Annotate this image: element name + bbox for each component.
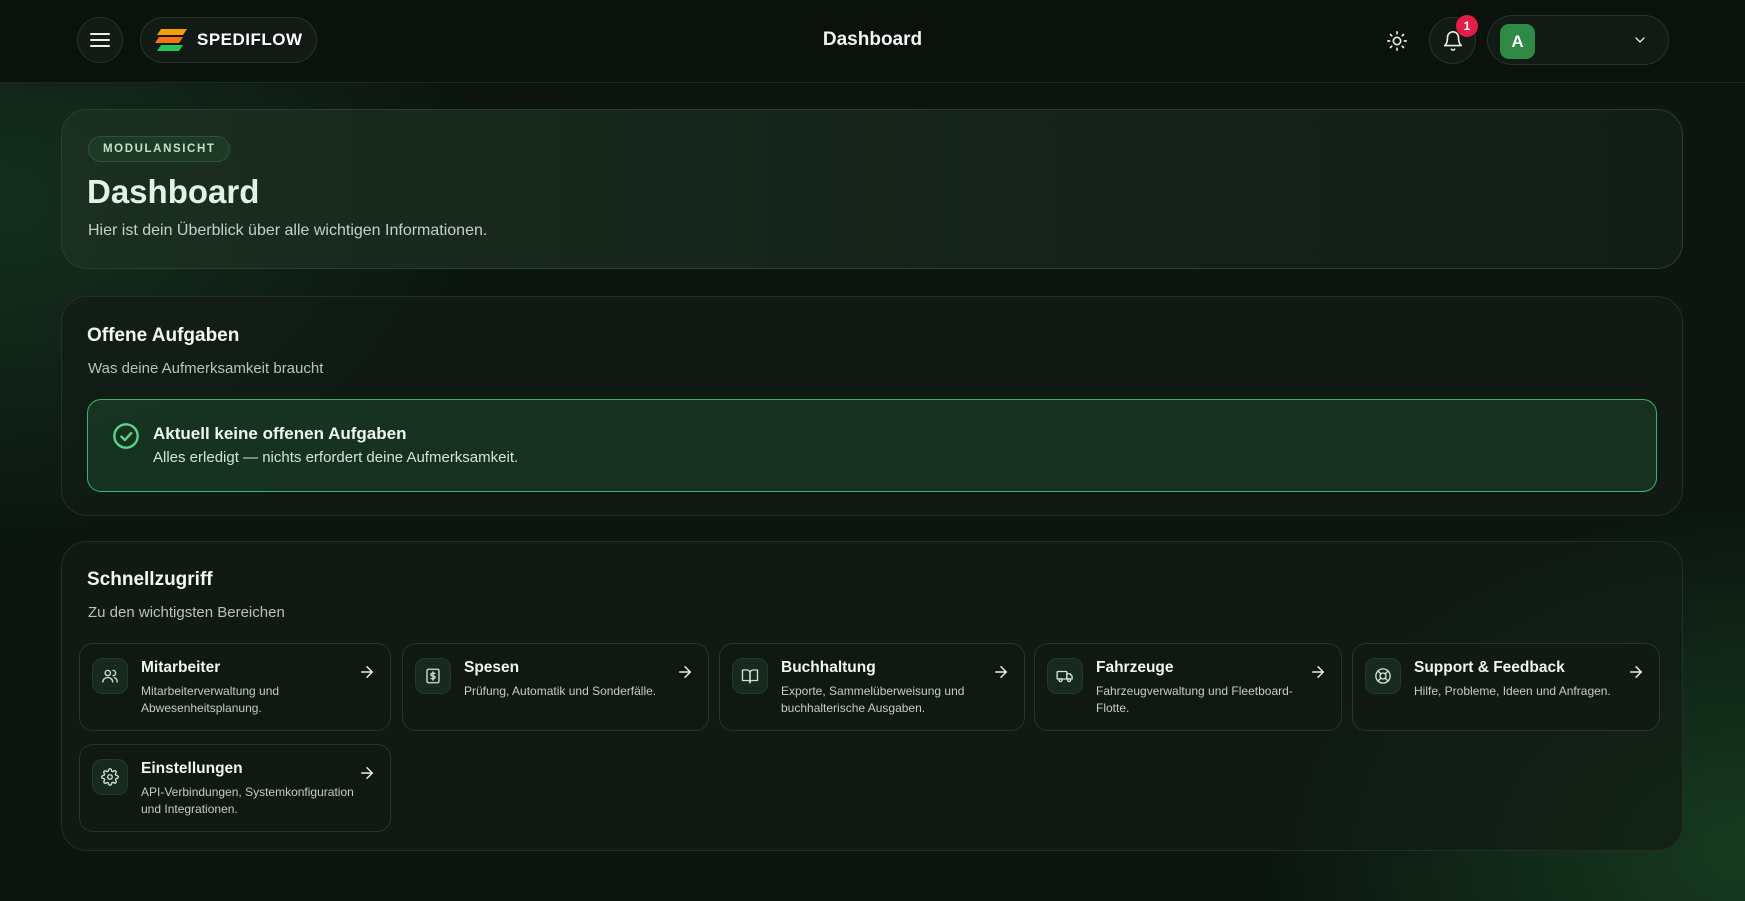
arrow-right-icon: [361, 767, 373, 779]
tasks-subtitle: Was deine Aufmerksamkeit braucht: [88, 360, 324, 377]
hero-subtitle: Hier ist dein Überblick über alle wichti…: [88, 222, 488, 239]
hero-card: MODULANSICHT Dashboard Hier ist dein Übe…: [61, 109, 1683, 269]
tile-description: Prüfung, Automatik und Sonderfälle.: [464, 684, 657, 698]
tile-icon-box: [92, 658, 128, 694]
hero-title: Dashboard: [87, 173, 260, 210]
module-chip: MODULANSICHT: [88, 136, 231, 162]
tile-title: Support & Feedback: [1414, 659, 1565, 676]
top-bar: SPEDIFLOW Dashboard 1 A: [0, 0, 1745, 83]
tile-title: Spesen: [464, 659, 520, 676]
tile-einstellungen[interactable]: Einstellungen API-Verbindungen, Systemko…: [79, 744, 391, 832]
arrow-right-icon: [1630, 666, 1642, 678]
arrow-right-icon: [361, 666, 373, 678]
tile-support-feedback[interactable]: Support & Feedback Hilfe, Probleme, Idee…: [1352, 643, 1660, 731]
tile-mitarbeiter[interactable]: Mitarbeiter Mitarbeiterverwaltung und Ab…: [79, 643, 391, 731]
empty-tasks-box: Aktuell keine offenen Aufgaben Alles erl…: [87, 399, 1657, 492]
tile-icon-box: [1047, 658, 1083, 694]
users-icon: [102, 669, 118, 683]
tile-description: Mitarbeiterverwaltung und Abwesenheitspl…: [141, 684, 280, 715]
theme-toggle-button[interactable]: [1380, 24, 1414, 58]
empty-tasks-title: Aktuell keine offenen Aufgaben: [153, 424, 407, 443]
tile-icon-box: [415, 658, 451, 694]
quick-subtitle: Zu den wichtigsten Bereichen: [88, 604, 285, 621]
book-icon: [741, 669, 759, 684]
receipt-icon: [426, 668, 440, 684]
sun-icon: [1387, 31, 1407, 51]
lifebuoy-icon: [1375, 668, 1391, 684]
tile-title: Einstellungen: [141, 760, 243, 777]
tasks-title: Offene Aufgaben: [87, 325, 240, 346]
tile-buchhaltung[interactable]: Buchhaltung Exporte, Sammelüberweisung u…: [719, 643, 1025, 731]
tile-title: Buchhaltung: [781, 659, 876, 676]
empty-tasks-subtitle: Alles erledigt — nichts erfordert deine …: [153, 449, 519, 466]
user-menu[interactable]: A: [1487, 15, 1669, 65]
tile-icon-box: [732, 658, 768, 694]
tile-description: Exporte, Sammelüberweisung und buchhalte…: [781, 684, 965, 715]
open-tasks-card: Offene Aufgaben Was deine Aufmerksamkeit…: [61, 296, 1683, 516]
tile-title: Mitarbeiter: [141, 659, 221, 676]
quick-access-card: Schnellzugriff Zu den wichtigsten Bereic…: [61, 541, 1683, 851]
arrow-right-icon: [679, 666, 691, 678]
tile-fahrzeuge[interactable]: Fahrzeuge Fahrzeugverwaltung und Fleetbo…: [1034, 643, 1342, 731]
arrow-right-icon: [1312, 666, 1324, 678]
tile-icon-box: [92, 759, 128, 795]
tile-description: Hilfe, Probleme, Ideen und Anfragen.: [1414, 684, 1611, 698]
truck-icon: [1056, 670, 1073, 683]
chevron-down-icon: [1635, 37, 1645, 43]
check-circle-icon: [113, 423, 139, 449]
tile-title: Fahrzeuge: [1096, 659, 1174, 676]
page-title: Dashboard: [822, 29, 923, 50]
quick-title: Schnellzugriff: [87, 569, 213, 590]
arrow-right-icon: [995, 666, 1007, 678]
tile-description: API-Verbindungen, Systemkonfiguration un…: [141, 785, 354, 816]
tile-spesen[interactable]: Spesen Prüfung, Automatik und Sonderfäll…: [402, 643, 709, 731]
notification-badge: 1: [1456, 15, 1478, 37]
avatar: A: [1500, 24, 1535, 59]
tile-description: Fahrzeugverwaltung und Fleetboard-Flotte…: [1096, 684, 1293, 715]
tile-icon-box: [1365, 658, 1401, 694]
gear-icon: [101, 768, 119, 786]
